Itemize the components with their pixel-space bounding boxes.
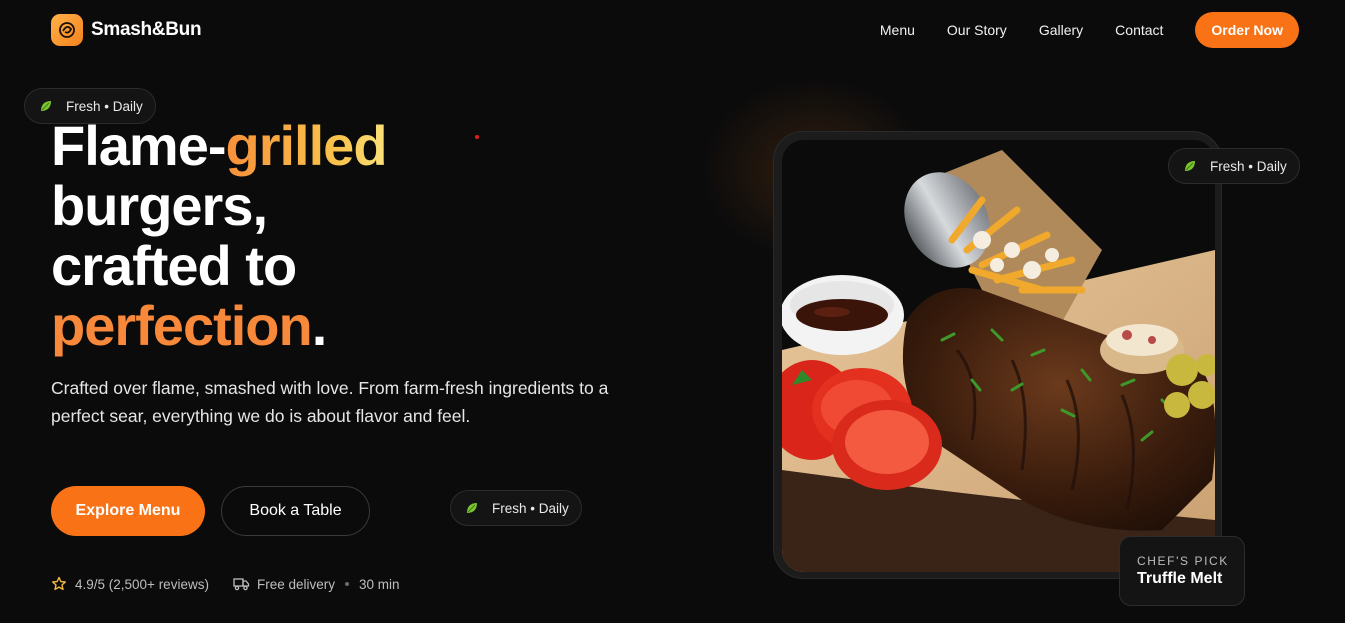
decorative-dot bbox=[475, 135, 479, 139]
badge-label: Fresh • Daily bbox=[66, 98, 143, 114]
headline-line-3: crafted to bbox=[51, 234, 297, 297]
rating-text: 4.9/5 (2,500+ reviews) bbox=[75, 576, 209, 592]
brand-name: Smash&Bun bbox=[91, 19, 202, 40]
delivery-time: 30 min bbox=[358, 576, 400, 592]
star-icon bbox=[52, 576, 66, 591]
nav-link-our-story[interactable]: Our Story bbox=[947, 22, 1007, 38]
stats-row: 4.9/5 (2,500+ reviews) Free delivery 30 … bbox=[51, 576, 400, 592]
brand-logo[interactable]: Smash&Bun bbox=[51, 14, 202, 46]
hero-image-card bbox=[773, 131, 1222, 579]
leaf-icon bbox=[1185, 161, 1195, 171]
delivery-text: Free delivery bbox=[256, 576, 335, 592]
fresh-daily-badge: Fresh • Daily bbox=[450, 490, 582, 526]
truck-icon bbox=[233, 578, 250, 591]
headline-line-1: Flame-grilled bbox=[51, 114, 388, 177]
hero-headline: Flame-grilled burgers, crafted to perfec… bbox=[51, 114, 388, 357]
nav-link-contact[interactable]: Contact bbox=[1115, 22, 1163, 38]
separator-dot bbox=[344, 582, 349, 586]
food-photo bbox=[782, 140, 1215, 572]
hero-description: Crafted over flame, smashed with love. F… bbox=[51, 378, 609, 426]
burger-logo-icon bbox=[51, 14, 83, 46]
leaf-icon bbox=[41, 101, 51, 111]
chefs-pick-card: CHEF'S PICK Truffle Melt bbox=[1119, 536, 1245, 606]
badge-label: Fresh • Daily bbox=[492, 500, 569, 516]
nav-link-gallery[interactable]: Gallery bbox=[1039, 22, 1083, 38]
leaf-icon bbox=[467, 503, 477, 513]
chefs-pick-kicker: CHEF'S PICK bbox=[1137, 554, 1229, 568]
fresh-daily-badge: Fresh • Daily bbox=[1168, 148, 1300, 184]
ribs-plate-illustration bbox=[782, 140, 1215, 572]
headline-line-2: burgers, bbox=[51, 174, 268, 237]
headline-line-4: perfection. bbox=[51, 294, 327, 357]
chefs-pick-title: Truffle Melt bbox=[1137, 570, 1223, 587]
badge-label: Fresh • Daily bbox=[1210, 158, 1287, 174]
explore-menu-button[interactable]: Explore Menu bbox=[51, 486, 205, 536]
nav-link-menu[interactable]: Menu bbox=[880, 22, 915, 38]
main-nav: Menu Our Story Gallery Contact Order Now bbox=[880, 12, 1299, 48]
order-now-button[interactable]: Order Now bbox=[1195, 12, 1299, 48]
book-table-button[interactable]: Book a Table bbox=[221, 486, 370, 536]
